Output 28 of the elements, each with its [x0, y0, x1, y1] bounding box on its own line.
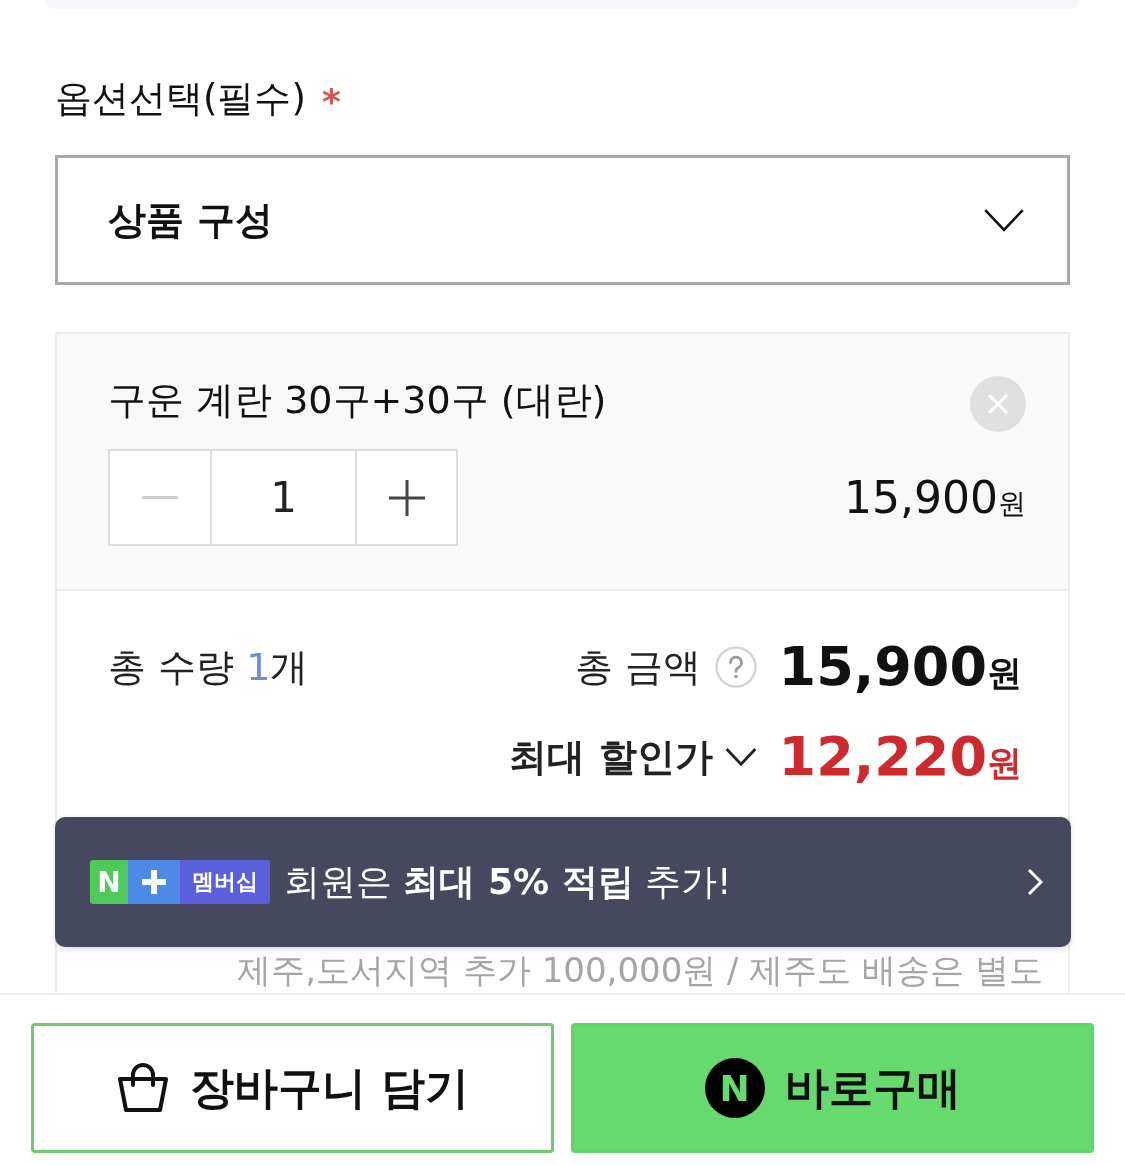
plus-icon: [128, 860, 180, 904]
option-dropdown[interactable]: 상품 구성: [55, 155, 1070, 285]
discount-price: 12,220원: [778, 730, 1022, 784]
max-discount-toggle[interactable]: 최대 할인가: [509, 731, 757, 783]
membership-banner[interactable]: N 멤버십 회원은 최대 5% 적립 추가!: [55, 817, 1071, 947]
required-mark: *: [321, 80, 341, 124]
add-to-cart-button[interactable]: 장바구니 담기: [31, 1023, 554, 1153]
close-icon: [987, 393, 1009, 415]
chevron-right-icon: [1027, 868, 1043, 896]
increase-button[interactable]: [355, 449, 458, 546]
total-price: 15,900원: [778, 640, 1022, 694]
membership-message: 회원은 최대 5% 적립 추가!: [284, 859, 732, 904]
n-letter-tile: N: [90, 860, 128, 904]
total-amount-label: 총 금액: [574, 643, 701, 691]
option-name: 구운 계란 30구+30구 (대란): [108, 376, 607, 424]
n-logo: N: [704, 1058, 765, 1118]
minus-icon: [142, 496, 178, 499]
shopping-bag-icon: [115, 1063, 170, 1113]
membership-tag: 멤버십: [180, 860, 270, 904]
plus-icon: [388, 479, 425, 516]
total-quantity: 총 수량 1개: [108, 643, 309, 691]
buy-now-button[interactable]: N 바로구매: [571, 1023, 1094, 1153]
help-icon[interactable]: [714, 646, 757, 688]
option-select-label: 옵션선택(필수): [55, 76, 306, 122]
shipping-note: 제주,도서지역 추가 100,000원 / 제주도 배송은 별도: [237, 951, 1043, 991]
quantity-field[interactable]: 1: [210, 449, 357, 546]
remove-button[interactable]: [970, 376, 1026, 432]
option-price: 15,900원: [844, 475, 1026, 520]
